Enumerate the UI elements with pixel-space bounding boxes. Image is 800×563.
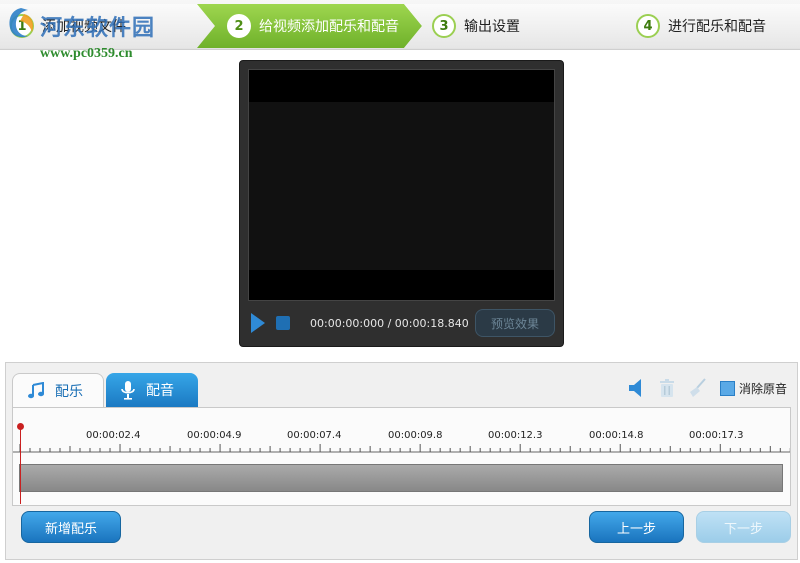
stop-icon[interactable] [276, 316, 290, 330]
mute-original-checkbox[interactable] [719, 380, 735, 396]
step-label: 输出设置 [464, 19, 520, 35]
audio-panel: 配乐 配音 消除原音 00:00:02.4 00:00:04.9 00:00:0… [5, 362, 798, 560]
playhead-handle[interactable] [17, 423, 24, 430]
broom-icon [689, 378, 706, 397]
watermark-url: www.pc0359.cn [40, 46, 133, 61]
tick-label: 00:00:14.8 [589, 430, 644, 441]
trash-icon [659, 379, 674, 397]
playhead[interactable] [20, 428, 21, 504]
tab-dubbing[interactable]: 配音 [106, 373, 198, 407]
add-music-button[interactable]: 新增配乐 [21, 511, 121, 543]
video-player: 00:00:00:000 / 00:00:18.840 预览效果 [239, 60, 564, 347]
video-screen [248, 69, 555, 301]
next-step-button[interactable]: 下一步 [696, 511, 791, 543]
clear-button[interactable] [686, 377, 708, 399]
video-frame [249, 102, 554, 270]
watermark-title: 河东软件园 [40, 15, 156, 41]
play-icon[interactable] [250, 312, 266, 334]
toolbar: 消除原音 [618, 377, 787, 399]
prev-step-button[interactable]: 上一步 [589, 511, 684, 543]
tick-label: 00:00:02.4 [86, 430, 141, 441]
mute-original-label: 消除原音 [738, 381, 787, 396]
microphone-icon [121, 381, 135, 400]
step-number: 3 [432, 14, 456, 38]
step-label: 给视频添加配乐和配音 [259, 19, 399, 35]
timeline[interactable]: 00:00:02.4 00:00:04.9 00:00:07.4 00:00:0… [12, 407, 791, 506]
tick-label: 00:00:17.3 [689, 430, 744, 441]
step-4[interactable]: 4 进行配乐和配音 [606, 4, 800, 48]
speaker-icon [628, 379, 641, 397]
step-label: 进行配乐和配音 [668, 19, 766, 35]
tab-music[interactable]: 配乐 [12, 373, 104, 407]
player-controls: 00:00:00:000 / 00:00:18.840 预览效果 [248, 305, 555, 341]
step-number: 4 [636, 14, 660, 38]
tab-label: 配乐 [55, 383, 83, 400]
tick-label: 00:00:09.8 [388, 430, 443, 441]
step-2[interactable]: 2 给视频添加配乐和配音 [197, 4, 422, 48]
tab-label: 配音 [146, 383, 174, 399]
preview-button[interactable]: 预览效果 [475, 309, 555, 337]
audio-track[interactable] [19, 464, 783, 492]
tick-label: 00:00:07.4 [287, 430, 342, 441]
step-3[interactable]: 3 输出设置 [404, 4, 624, 48]
tick-label: 00:00:04.9 [187, 430, 242, 441]
step-number: 2 [227, 14, 251, 38]
tab-bar: 配乐 配音 [12, 373, 200, 407]
timecode: 00:00:00:000 / 00:00:18.840 [310, 316, 469, 330]
watermark-logo-icon [9, 8, 34, 38]
tick-label: 00:00:12.3 [488, 430, 543, 441]
volume-button[interactable] [626, 377, 648, 399]
music-note-icon [28, 381, 44, 398]
delete-button[interactable] [656, 377, 678, 399]
